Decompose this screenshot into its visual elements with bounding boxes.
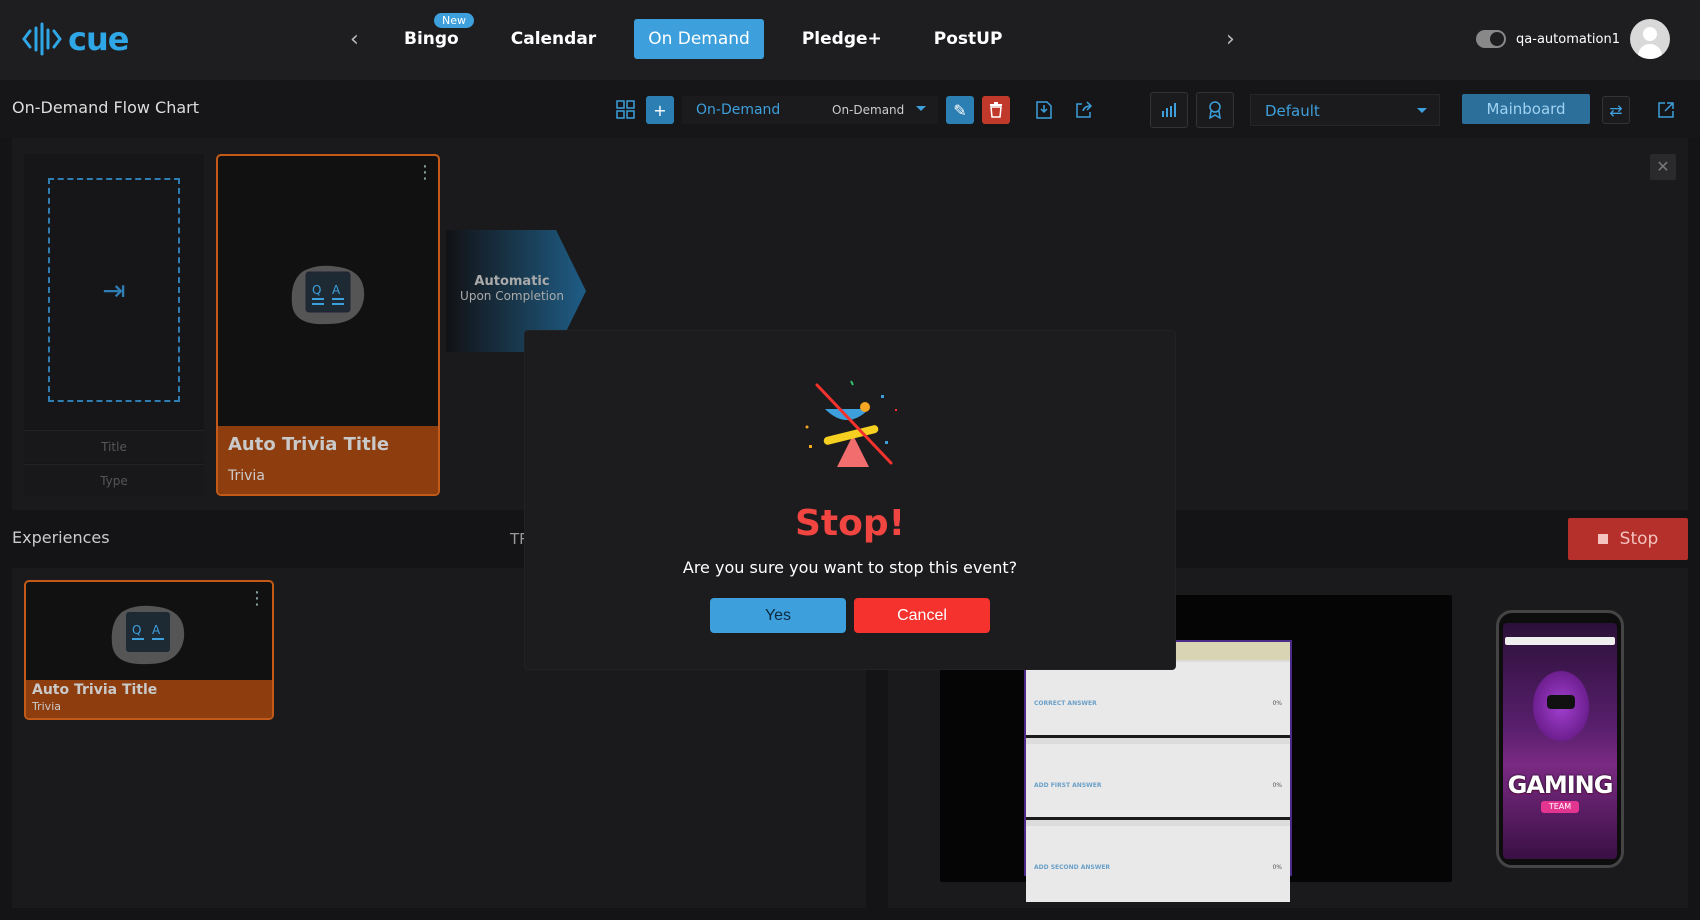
- swap-icon[interactable]: ⇄: [1602, 96, 1630, 124]
- stop-icon: [1597, 534, 1608, 544]
- close-icon[interactable]: ✕: [1650, 154, 1676, 180]
- import-icon[interactable]: [1030, 96, 1058, 124]
- page-title: On-Demand Flow Chart: [12, 98, 200, 117]
- answer-label: CORRECT ANSWER: [1034, 700, 1097, 707]
- logo-text: cue: [68, 20, 129, 58]
- phone-screen: GAMING TEAM: [1503, 623, 1617, 859]
- username: qa-automation1: [1516, 31, 1620, 47]
- flow-toolbar: On-Demand Flow Chart + On-Demand On-Dema…: [0, 80, 1700, 138]
- ondemand-selector[interactable]: On-Demand On-Demand: [682, 96, 938, 124]
- cue-logo[interactable]: cue: [22, 20, 129, 58]
- nav-item-bingo[interactable]: Bingo New: [390, 13, 474, 59]
- nav-item-calendar[interactable]: Calendar: [497, 19, 610, 59]
- sound-wave-icon: [22, 22, 62, 56]
- transition-condition: Upon Completion: [460, 289, 564, 303]
- phone-url-bar: [1505, 637, 1615, 645]
- card-title: Auto Trivia Title: [228, 434, 390, 455]
- experience-card[interactable]: ⋮ Q A Auto Trivia Title Trivia: [24, 580, 274, 720]
- ondemand-type: On-Demand: [832, 103, 905, 117]
- dialog-message: Are you sure you want to stop this event…: [682, 558, 1018, 577]
- more-options-icon[interactable]: ⋮: [416, 164, 434, 182]
- yes-button[interactable]: Yes: [710, 598, 846, 633]
- avatar[interactable]: [1630, 19, 1670, 59]
- svg-text:A: A: [332, 283, 341, 297]
- main-nav: Bingo New Calendar On Demand Pledge+ Pos…: [390, 13, 1040, 59]
- slot-type: Type: [24, 464, 204, 496]
- delete-icon[interactable]: [982, 96, 1010, 124]
- nav-item-on-demand[interactable]: On Demand: [634, 19, 764, 59]
- nav-item-postup[interactable]: PostUP: [920, 19, 1017, 59]
- phone-preview: GAMING TEAM: [1496, 610, 1624, 868]
- answer-percent: 0%: [1272, 864, 1282, 871]
- stop-label: Stop: [1619, 529, 1659, 549]
- drop-zone[interactable]: ⇥: [48, 178, 180, 402]
- svg-text:Q: Q: [312, 283, 321, 297]
- grid-view-icon[interactable]: [612, 96, 640, 124]
- trivia-icon: Q A: [111, 605, 185, 665]
- user-area: qa-automation1: [1476, 19, 1670, 59]
- answer-label: ADD SECOND ANSWER: [1034, 864, 1111, 871]
- transition-label[interactable]: Automatic Upon Completion: [446, 274, 578, 303]
- gaming-logo: GAMING: [1507, 771, 1614, 799]
- card-type: Trivia: [228, 468, 265, 484]
- more-options-icon[interactable]: ⋮: [248, 590, 266, 608]
- nav-item-pledge-plus[interactable]: Pledge+: [788, 19, 896, 59]
- team-logo: TEAM: [1541, 801, 1579, 813]
- layout-select-value: Default: [1265, 102, 1320, 120]
- share-icon[interactable]: [1070, 96, 1098, 124]
- answer-percent: 0%: [1272, 700, 1282, 707]
- layout-select[interactable]: Default: [1250, 94, 1440, 126]
- cancel-button[interactable]: Cancel: [854, 598, 990, 633]
- empty-flow-slot[interactable]: ⇥ Title Type: [24, 154, 204, 496]
- svg-text:Q: Q: [132, 623, 141, 637]
- dialog-title: Stop!: [794, 503, 906, 544]
- card-footer: Auto Trivia Title Trivia: [218, 426, 438, 494]
- top-bar: cue ‹ Bingo New Calendar On Demand Pledg…: [0, 0, 1700, 80]
- ninja-mask: [1547, 695, 1575, 709]
- card-footer: Auto Trivia Title Trivia: [26, 680, 272, 718]
- mainboard-button[interactable]: Mainboard: [1462, 94, 1590, 124]
- party-stop-icon: [805, 380, 897, 467]
- theme-toggle[interactable]: [1476, 30, 1507, 48]
- svg-text:A: A: [152, 623, 161, 637]
- edit-icon[interactable]: ✎: [946, 96, 974, 124]
- award-icon[interactable]: [1196, 92, 1234, 128]
- transition-mode: Automatic: [474, 274, 550, 289]
- arrow-right-to-bar-icon: ⇥: [102, 273, 126, 307]
- chevron-down-icon: [1417, 108, 1427, 118]
- flow-experience-card[interactable]: ⋮ Q A Auto Trivia Title Trivia: [216, 154, 440, 496]
- answer-percent: 0%: [1272, 782, 1282, 789]
- stats-icon[interactable]: [1150, 92, 1188, 128]
- answer-row: ADD FIRST ANSWER 0%: [1026, 744, 1290, 820]
- nav-next-icon[interactable]: ›: [1226, 27, 1235, 52]
- ondemand-name: On-Demand: [696, 102, 781, 118]
- card-title: Auto Trivia Title: [32, 682, 158, 698]
- experiences-title: Experiences: [12, 528, 110, 547]
- answer-label: ADD FIRST ANSWER: [1034, 782, 1102, 789]
- chevron-down-icon: [916, 106, 926, 116]
- trivia-icon: Q A: [291, 265, 365, 325]
- new-badge: New: [434, 13, 474, 28]
- stop-button[interactable]: Stop: [1568, 518, 1688, 560]
- nav-prev-icon[interactable]: ‹: [350, 27, 359, 52]
- answer-row: ADD SECOND ANSWER 0%: [1026, 826, 1290, 902]
- answer-row: CORRECT ANSWER 0%: [1026, 662, 1290, 738]
- add-icon[interactable]: +: [646, 96, 674, 124]
- nav-item-label: Bingo: [404, 29, 459, 49]
- stop-confirm-dialog: Stop! Are you sure you want to stop this…: [525, 331, 1175, 669]
- slot-title: Title: [24, 430, 204, 462]
- trivia-preview: CORRECT ANSWER 0% ADD FIRST ANSWER 0% AD…: [1024, 640, 1292, 902]
- card-type: Trivia: [32, 700, 61, 713]
- external-link-icon[interactable]: [1652, 96, 1680, 124]
